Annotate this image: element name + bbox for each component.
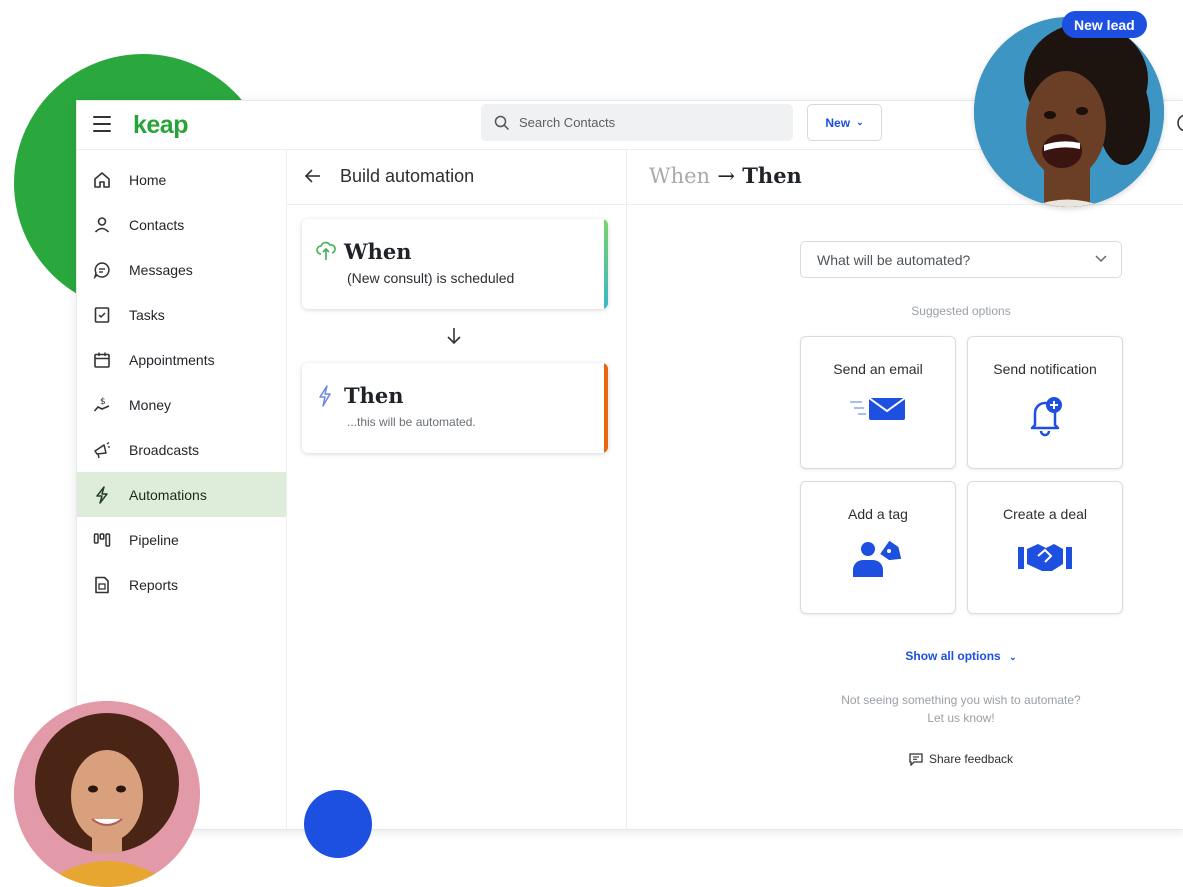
new-button-label: New <box>825 115 851 130</box>
feedback-prompt-line1: Not seeing something you wish to automat… <box>841 693 1081 707</box>
feedback-prompt: Not seeing something you wish to automat… <box>800 691 1122 727</box>
person-tag-icon <box>801 540 955 580</box>
report-icon <box>92 575 112 595</box>
sidebar-item-label: Reports <box>129 576 179 593</box>
search-input[interactable]: Search Contacts <box>481 104 793 141</box>
when-card[interactable]: When (New consult) is scheduled <box>302 219 608 309</box>
sidebar-item-label: Tasks <box>129 306 165 323</box>
sidebar-item-label: Home <box>129 171 167 188</box>
lightning-icon <box>92 485 112 505</box>
when-subtitle: (New consult) is scheduled <box>347 270 515 286</box>
search-placeholder: Search Contacts <box>519 115 616 130</box>
bell-plus-icon <box>968 395 1122 437</box>
then-card[interactable]: Then ...this will be automated. <box>302 363 608 453</box>
money-hand-icon: $ <box>92 395 112 415</box>
clock-icon[interactable] <box>1176 113 1183 133</box>
person-icon <box>92 215 112 235</box>
sidebar-item-label: Appointments <box>129 351 215 368</box>
megaphone-icon <box>92 440 112 460</box>
app-window: keap Search Contacts New ⌄ Home Contacts… <box>76 100 1183 830</box>
sidebar-item-label: Contacts <box>129 216 185 233</box>
sidebar-item-label: Money <box>129 396 172 413</box>
sidebar-item-contacts[interactable]: Contacts <box>77 202 286 247</box>
back-arrow-icon[interactable] <box>304 167 322 185</box>
email-icon <box>801 395 955 425</box>
svg-text:$: $ <box>100 397 106 407</box>
chevron-down-icon <box>1095 255 1107 263</box>
sidebar-item-broadcasts[interactable]: Broadcasts <box>77 427 286 472</box>
new-button[interactable]: New ⌄ <box>807 104 882 141</box>
option-label: Send an email <box>833 361 923 377</box>
option-label: Send notification <box>993 361 1097 377</box>
show-all-label: Show all options <box>905 649 1001 663</box>
sidebar-item-pipeline[interactable]: Pipeline <box>77 517 286 562</box>
share-feedback-label: Share feedback <box>928 752 1014 766</box>
option-create-deal[interactable]: Create a deal <box>967 481 1123 614</box>
chevron-down-icon: ⌄ <box>1009 652 1017 662</box>
builder-panel: Build automation When (New consult) is s… <box>286 149 627 829</box>
show-all-options-link[interactable]: Show all options ⌄ <box>800 649 1122 663</box>
decorative-blue-circle <box>304 790 372 858</box>
feedback-icon <box>909 752 923 766</box>
arrow-down-icon <box>447 328 461 345</box>
calendar-icon <box>92 350 112 370</box>
new-lead-avatar <box>974 17 1164 207</box>
page-title: Build automation <box>340 166 475 186</box>
then-title: Then <box>344 383 404 408</box>
options-panel: When → Then What will be automated? Sugg… <box>626 149 1183 829</box>
when-accent-bar <box>604 219 608 309</box>
user-avatar <box>14 701 200 887</box>
keap-logo[interactable]: keap <box>133 111 188 140</box>
automation-select[interactable]: What will be automated? <box>800 241 1122 278</box>
feedback-prompt-line2: Let us know! <box>927 711 995 725</box>
suggested-options-label: Suggested options <box>911 304 1011 318</box>
then-subtitle: ...this will be automated. <box>347 415 476 429</box>
menu-icon[interactable] <box>93 116 111 132</box>
search-icon <box>494 115 510 130</box>
option-add-tag[interactable]: Add a tag <box>800 481 956 614</box>
handshake-icon <box>968 540 1122 574</box>
sidebar-item-label: Automations <box>129 486 207 503</box>
panel-title: When → Then <box>649 163 802 188</box>
sidebar-item-home[interactable]: Home <box>77 157 286 202</box>
when-title: When <box>344 239 412 264</box>
builder-header: Build automation <box>286 149 626 205</box>
option-label: Add a tag <box>848 506 908 522</box>
then-accent-bar <box>604 363 608 453</box>
share-feedback-button[interactable]: Share feedback <box>800 752 1122 766</box>
panel-title-then: Then <box>742 163 802 188</box>
home-icon <box>92 170 112 190</box>
panel-title-arrow: → <box>717 164 735 188</box>
option-send-notification[interactable]: Send notification <box>967 336 1123 469</box>
automation-select-placeholder: What will be automated? <box>817 252 971 268</box>
option-label: Create a deal <box>1002 506 1088 522</box>
sidebar-item-automations[interactable]: Automations <box>77 472 286 517</box>
panel-title-when: When <box>649 164 711 188</box>
sidebar-item-money[interactable]: $ Money <box>77 382 286 427</box>
sidebar-item-reports[interactable]: Reports <box>77 562 286 607</box>
option-send-email[interactable]: Send an email <box>800 336 956 469</box>
lightning-icon <box>319 385 331 407</box>
sidebar-item-label: Messages <box>129 261 193 278</box>
chat-icon <box>92 260 112 280</box>
pipeline-icon <box>92 530 112 550</box>
sidebar-item-appointments[interactable]: Appointments <box>77 337 286 382</box>
sidebar-item-messages[interactable]: Messages <box>77 247 286 292</box>
sidebar-item-tasks[interactable]: Tasks <box>77 292 286 337</box>
chevron-down-icon: ⌄ <box>856 117 864 127</box>
sidebar-item-label: Broadcasts <box>129 441 200 458</box>
sidebar-item-label: Pipeline <box>129 531 179 548</box>
cloud-trigger-icon <box>316 241 336 260</box>
checklist-icon <box>92 305 112 325</box>
new-lead-badge: New lead <box>1062 11 1147 38</box>
